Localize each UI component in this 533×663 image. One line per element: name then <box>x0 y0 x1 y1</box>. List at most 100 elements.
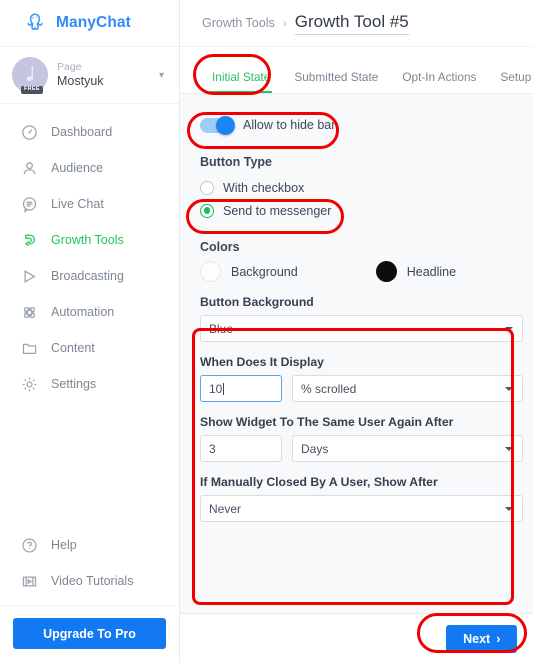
account-meta: Page Mostyuk <box>57 61 150 90</box>
breadcrumb-parent-link[interactable]: Growth Tools <box>202 16 275 30</box>
magnet-icon <box>20 231 38 249</box>
field-button-background: Button Background Blue <box>200 295 524 342</box>
account-type-label: Page <box>57 60 82 73</box>
next-button[interactable]: Next › <box>446 624 518 653</box>
sidebar-secondary-nav: Help Video Tutorials <box>0 527 179 606</box>
field-if-manually-closed: If Manually Closed By A User, Show After… <box>200 475 524 522</box>
sidebar-item-broadcasting[interactable]: Broadcasting <box>0 258 179 294</box>
field-show-widget-again-after: Show Widget To The Same User Again After… <box>200 415 524 462</box>
account-name: Mostyuk <box>57 73 104 88</box>
sidebar-item-automation[interactable]: Automation <box>0 294 179 330</box>
sidebar-item-growth-tools[interactable]: Growth Tools <box>0 222 179 258</box>
tab-opt-in-actions[interactable]: Opt-In Actions <box>390 70 488 93</box>
page-title[interactable]: Growth Tool #5 <box>294 12 409 35</box>
question-circle-icon <box>20 536 38 554</box>
field-label: When Does It Display <box>200 355 324 369</box>
upgrade-to-pro-button[interactable]: Upgrade To Pro <box>13 618 166 649</box>
sidebar-item-audience[interactable]: Audience <box>0 150 179 186</box>
field-row: 10 % scrolled <box>200 375 524 402</box>
color-label: Background <box>231 264 298 279</box>
colors-row: Background Headline <box>200 261 523 282</box>
field-when-does-it-display: When Does It Display 10 % scrolled <box>200 355 524 402</box>
when-display-amount-input[interactable]: 10 <box>200 375 282 402</box>
tab-submitted-state[interactable]: Submitted State <box>282 70 390 93</box>
brand-name: ManyChat <box>56 14 131 31</box>
show-again-unit-select[interactable]: Days <box>292 435 524 462</box>
user-icon <box>20 159 38 177</box>
sidebar-item-label: Settings <box>51 377 97 391</box>
color-swatch-background[interactable] <box>200 261 221 282</box>
field-label: If Manually Closed By A User, Show After <box>200 475 438 489</box>
select-value: Blue <box>209 321 234 336</box>
folder-icon <box>20 339 38 357</box>
chevron-down-icon[interactable]: ▾ <box>159 70 167 81</box>
form-footer: Next › <box>180 613 533 663</box>
select-value: Days <box>301 441 329 456</box>
color-background[interactable]: Background <box>200 261 298 282</box>
radio-label: With checkbox <box>223 180 305 195</box>
main-panel: Growth Tools › Growth Tool #5 Initial St… <box>180 0 533 663</box>
radio-label: Send to messenger <box>223 203 332 218</box>
radio-icon <box>200 180 214 195</box>
field-label: Show Widget To The Same User Again After <box>200 415 454 429</box>
input-value: 3 <box>209 441 216 456</box>
sidebar-item-content[interactable]: Content <box>0 330 179 366</box>
sidebar-item-dashboard[interactable]: Dashboard <box>0 114 179 150</box>
tab-bar: Initial State Submitted State Opt-In Act… <box>180 47 533 94</box>
select-value: % scrolled <box>301 381 357 396</box>
atom-icon <box>20 303 38 321</box>
tab-setup[interactable]: Setup <box>488 70 533 93</box>
sidebar-item-label: Growth Tools <box>51 233 124 247</box>
sidebar-item-label: Broadcasting <box>51 269 124 283</box>
sidebar-item-label: Video Tutorials <box>51 574 134 588</box>
color-label: Headline <box>406 264 457 279</box>
when-display-unit-select[interactable]: % scrolled <box>292 375 524 402</box>
select-value: Never <box>209 501 242 516</box>
button-type-option-with-checkbox[interactable]: With checkbox <box>200 176 523 199</box>
input-value: 10 <box>209 381 223 396</box>
if-closed-show-after-select[interactable]: Never <box>200 495 524 522</box>
sidebar: ManyChat FREE Page Mostyuk ▾ Dashboard A… <box>0 0 180 663</box>
sidebar-item-label: Live Chat <box>51 197 104 211</box>
video-icon <box>20 572 38 590</box>
sidebar-nav: Dashboard Audience Live Chat Growth Tool… <box>0 104 179 527</box>
chevron-down-icon <box>505 446 514 451</box>
sidebar-item-label: Help <box>51 538 77 552</box>
chevron-right-icon: › <box>496 631 501 646</box>
color-headline[interactable]: Headline <box>375 261 457 282</box>
chevron-down-icon <box>505 326 514 331</box>
settings-form: Allow to hide bar Button Type With check… <box>180 94 533 613</box>
sidebar-item-label: Dashboard <box>51 125 113 139</box>
sidebar-item-label: Audience <box>51 161 104 175</box>
send-icon <box>20 267 38 285</box>
text-caret <box>223 382 225 395</box>
colors-title: Colors <box>200 240 240 254</box>
button-type-option-send-to-messenger[interactable]: Send to messenger <box>200 199 523 222</box>
brand-logo[interactable]: ManyChat <box>0 0 179 47</box>
tab-initial-state[interactable]: Initial State <box>200 70 282 93</box>
breadcrumb-separator-icon: › <box>282 16 287 30</box>
octopus-icon <box>22 10 48 36</box>
button-type-title: Button Type <box>200 155 272 169</box>
radio-icon-selected <box>200 203 214 218</box>
allow-hide-bar-row: Allow to hide bar <box>200 113 523 137</box>
account-switcher[interactable]: FREE Page Mostyuk ▾ <box>0 47 179 104</box>
sidebar-item-settings[interactable]: Settings <box>0 366 179 402</box>
show-again-amount-input[interactable]: 3 <box>200 435 282 462</box>
allow-hide-bar-toggle[interactable] <box>200 115 235 135</box>
chat-bubble-icon <box>20 195 38 213</box>
gauge-icon <box>20 123 38 141</box>
allow-hide-bar-label: Allow to hide bar <box>243 118 336 132</box>
sidebar-item-help[interactable]: Help <box>0 527 179 563</box>
color-swatch-headline[interactable] <box>375 261 397 282</box>
plan-badge: FREE <box>21 85 43 94</box>
sidebar-item-label: Automation <box>51 305 115 319</box>
sidebar-item-video-tutorials[interactable]: Video Tutorials <box>0 563 179 599</box>
next-button-label: Next <box>463 631 491 646</box>
toggle-knob <box>216 115 235 135</box>
field-label: Button Background <box>200 295 314 309</box>
button-background-select[interactable]: Blue <box>200 315 524 342</box>
chevron-down-icon <box>505 506 514 511</box>
avatar: FREE <box>12 57 48 94</box>
sidebar-item-live-chat[interactable]: Live Chat <box>0 186 179 222</box>
